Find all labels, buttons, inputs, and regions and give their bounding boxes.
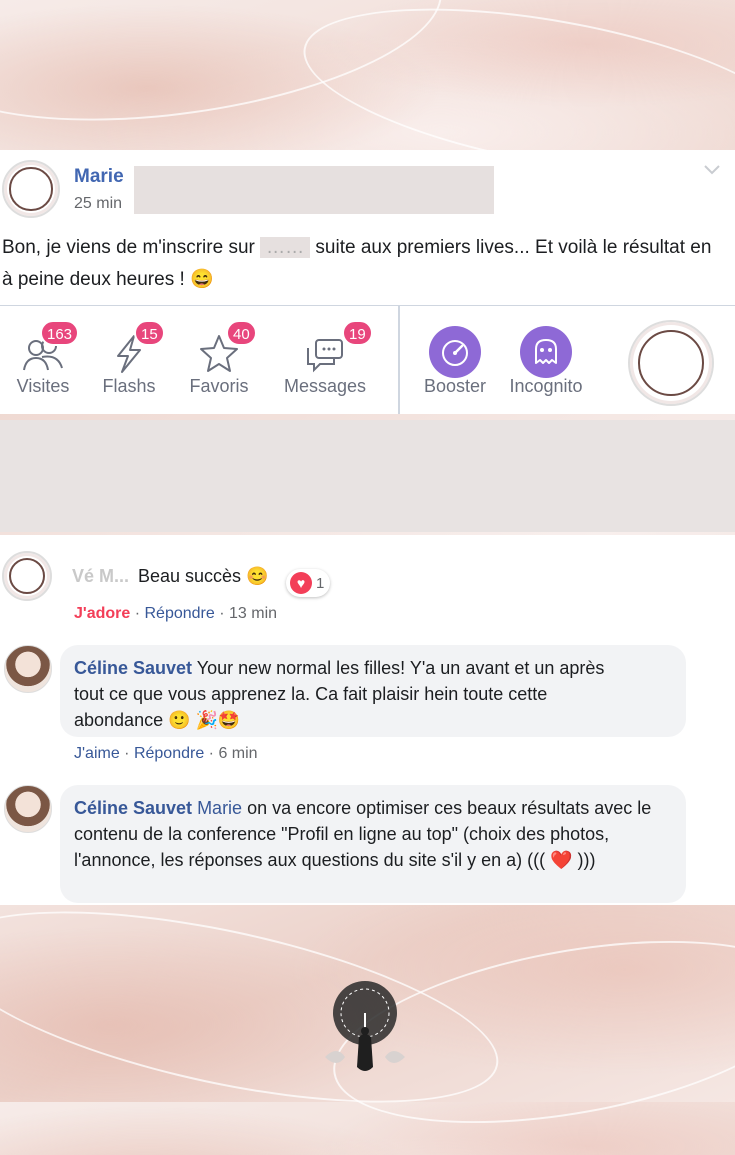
comment-bubble: Vé M... Beau succès 😊 xyxy=(60,557,294,599)
stat-visites[interactable]: 163 Visites xyxy=(0,306,86,414)
stat-label: Messages xyxy=(283,376,367,396)
mention-link[interactable]: Marie xyxy=(197,798,242,818)
like-button[interactable]: J'aime xyxy=(74,745,120,762)
post-time[interactable]: 25 min xyxy=(74,195,122,213)
commenter-avatar[interactable] xyxy=(2,551,52,601)
commenter-name[interactable]: Céline Sauvet xyxy=(74,798,192,818)
comment-time[interactable]: 6 min xyxy=(218,745,257,762)
stat-label: Incognito xyxy=(509,376,583,396)
stat-label: Favoris xyxy=(189,376,249,396)
stats-divider xyxy=(398,306,400,414)
ghost-icon xyxy=(535,339,557,364)
stat-messages[interactable]: 19 Messages xyxy=(282,306,373,414)
post-text: Bon, je viens de m'inscrire sur …… suite… xyxy=(2,237,712,290)
commenter-name[interactable]: Céline Sauvet xyxy=(74,658,192,678)
comment-actions: J'aime · Répondre · 6 min xyxy=(74,745,258,762)
speedometer-icon xyxy=(442,340,468,366)
comment-time[interactable]: 13 min xyxy=(229,605,277,622)
chevron-down-icon[interactable] xyxy=(703,164,721,176)
reply-button[interactable]: Répondre xyxy=(145,605,215,622)
reaction-badge[interactable]: ♥ 1 xyxy=(286,569,331,597)
stat-favoris[interactable]: 40 Favoris xyxy=(176,306,262,414)
redacted-block xyxy=(0,420,735,532)
comment-bubble: Céline Sauvet Marie on va encore optimis… xyxy=(60,785,686,903)
comment-text: Beau succès 😊 xyxy=(138,566,269,586)
redacted-name xyxy=(134,166,494,214)
favoris-count-badge: 40 xyxy=(226,320,257,346)
comments-section: Vé M... Beau succès 😊 ♥ 1 J'adore · Répo… xyxy=(0,535,735,905)
messages-count-badge: 19 xyxy=(342,320,373,346)
redacted-site: …… xyxy=(260,237,311,258)
profile-avatar[interactable] xyxy=(628,320,714,406)
comment-actions: J'adore · Répondre · 13 min xyxy=(74,605,278,622)
author-avatar[interactable] xyxy=(2,160,60,218)
comment-bubble: Céline Sauvet Your new normal les filles… xyxy=(60,645,686,737)
reaction-count: 1 xyxy=(316,574,325,592)
stats-bar: 163 Visites 15 Flashs 40 Favoris 19 Mess… xyxy=(0,305,735,414)
redacted-commenter-name[interactable]: Vé M... xyxy=(72,563,129,589)
commenter-avatar[interactable] xyxy=(4,785,52,833)
visites-count-badge: 163 xyxy=(40,320,80,346)
author-name[interactable]: Marie xyxy=(74,166,124,188)
stat-flashs[interactable]: 15 Flashs xyxy=(86,306,172,414)
tree-woman-logo xyxy=(325,981,405,1071)
stat-incognito[interactable]: Incognito xyxy=(503,306,589,414)
commenter-avatar[interactable] xyxy=(4,645,52,693)
stat-booster[interactable]: Booster xyxy=(412,306,498,414)
reply-button[interactable]: Répondre xyxy=(134,745,204,762)
messages-icon xyxy=(307,339,343,373)
heart-icon: ♥ xyxy=(290,572,312,594)
love-button[interactable]: J'adore xyxy=(74,605,130,622)
flashs-count-badge: 15 xyxy=(134,320,165,346)
